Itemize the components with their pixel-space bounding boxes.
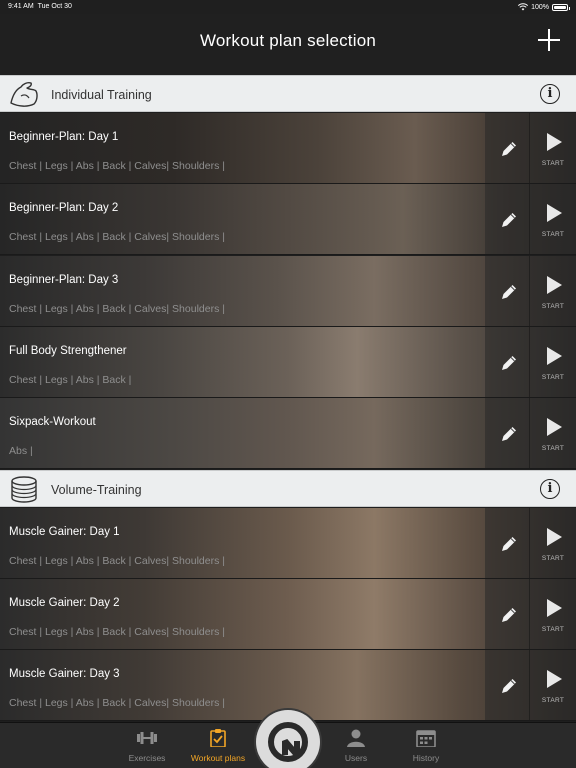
weight-plates-icon xyxy=(11,476,37,503)
play-icon xyxy=(547,347,562,365)
plan-muscles: Abs | xyxy=(9,445,33,457)
app-logo-button[interactable] xyxy=(256,710,320,768)
start-button[interactable]: START xyxy=(536,664,570,708)
pencil-icon[interactable] xyxy=(500,425,518,443)
pencil-icon[interactable] xyxy=(500,606,518,624)
calendar-icon xyxy=(416,730,436,747)
tab-label: History xyxy=(412,753,440,763)
plan-muscles: Chest | Legs | Abs | Back | Calves| Shou… xyxy=(9,303,225,315)
plan-name: Beginner-Plan: Day 1 xyxy=(9,131,119,143)
tab-label: Workout plans xyxy=(190,753,246,763)
tab-history[interactable]: History xyxy=(400,723,452,768)
plan-row[interactable]: Muscle Gainer: Day 1 Chest | Legs | Abs … xyxy=(0,508,576,579)
start-label: START xyxy=(541,160,565,167)
status-bar: 9:41 AM Tue Oct 30 100% xyxy=(0,0,576,14)
plan-row[interactable]: Beginner-Plan: Day 2 Chest | Legs | Abs … xyxy=(0,184,576,255)
start-button[interactable]: START xyxy=(536,522,570,566)
start-button[interactable]: START xyxy=(536,412,570,456)
play-icon xyxy=(547,528,562,546)
plan-muscles: Chest | Legs | Abs | Back | Calves| Shou… xyxy=(9,626,225,638)
plan-name: Sixpack-Workout xyxy=(9,416,96,428)
play-icon xyxy=(547,418,562,436)
section-header-individual-training: Individual Training i xyxy=(0,75,576,112)
section-header-volume-training: Volume-Training i xyxy=(0,470,576,507)
play-icon xyxy=(547,133,562,151)
user-icon xyxy=(347,729,365,747)
section-title: Volume-Training xyxy=(51,483,142,497)
plan-name: Beginner-Plan: Day 3 xyxy=(9,274,119,286)
pencil-icon[interactable] xyxy=(500,354,518,372)
plan-muscles: Chest | Legs | Abs | Back | Calves| Shou… xyxy=(9,555,225,567)
plan-row[interactable]: Beginner-Plan: Day 3 Chest | Legs | Abs … xyxy=(0,256,576,327)
pencil-icon[interactable] xyxy=(500,140,518,158)
tab-label: Exercises xyxy=(128,753,166,763)
plan-row[interactable]: Full Body Strengthener Chest | Legs | Ab… xyxy=(0,327,576,398)
section-title: Individual Training xyxy=(51,88,152,102)
start-button[interactable]: START xyxy=(536,127,570,171)
play-icon xyxy=(547,670,562,688)
plan-muscles: Chest | Legs | Abs | Back | Calves| Shou… xyxy=(9,697,225,709)
play-icon xyxy=(547,599,562,617)
pencil-icon[interactable] xyxy=(500,211,518,229)
pencil-icon[interactable] xyxy=(500,535,518,553)
start-button[interactable]: START xyxy=(536,270,570,314)
play-icon xyxy=(547,276,562,294)
pencil-icon[interactable] xyxy=(500,677,518,695)
tab-users[interactable]: Users xyxy=(330,723,382,768)
start-label: START xyxy=(541,626,565,633)
pencil-icon[interactable] xyxy=(500,283,518,301)
status-right: 100% xyxy=(518,3,570,11)
plan-row[interactable]: Muscle Gainer: Day 2 Chest | Legs | Abs … xyxy=(0,579,576,650)
flexed-arm-icon xyxy=(10,82,38,107)
start-label: START xyxy=(541,231,565,238)
clipboard-check-icon xyxy=(210,729,226,747)
plan-row[interactable]: Beginner-Plan: Day 1 Chest | Legs | Abs … xyxy=(0,113,576,184)
info-icon[interactable]: i xyxy=(540,84,560,104)
dumbbell-icon xyxy=(137,732,157,744)
battery-icon xyxy=(552,3,570,11)
start-label: START xyxy=(541,374,565,381)
add-plan-button[interactable] xyxy=(538,29,560,51)
start-button[interactable]: START xyxy=(536,593,570,637)
plan-muscles: Chest | Legs | Abs | Back | Calves| Shou… xyxy=(9,160,225,172)
page-title: Workout plan selection xyxy=(199,31,377,50)
plan-muscles: Chest | Legs | Abs | Back | Calves| Shou… xyxy=(9,231,225,243)
tab-workout-plans[interactable]: Workout plans xyxy=(182,723,254,768)
plan-name: Muscle Gainer: Day 1 xyxy=(9,526,120,538)
start-label: START xyxy=(541,697,565,704)
plan-row[interactable]: Sixpack-Workout Abs | START xyxy=(0,398,576,469)
start-label: START xyxy=(541,303,565,310)
plan-muscles: Chest | Legs | Abs | Back | xyxy=(9,374,132,386)
tab-exercises[interactable]: Exercises xyxy=(113,723,181,768)
plan-name: Muscle Gainer: Day 2 xyxy=(9,597,120,609)
battery-percent: 100% xyxy=(531,3,549,11)
wifi-icon xyxy=(518,3,529,11)
plan-name: Beginner-Plan: Day 2 xyxy=(9,202,119,214)
start-button[interactable]: START xyxy=(536,198,570,242)
plan-name: Muscle Gainer: Day 3 xyxy=(9,668,120,680)
start-label: START xyxy=(541,555,565,562)
app-logo-icon xyxy=(268,722,308,762)
tab-label: Users xyxy=(344,753,368,763)
start-button[interactable]: START xyxy=(536,341,570,385)
play-icon xyxy=(547,204,562,222)
start-label: START xyxy=(541,445,565,452)
info-icon[interactable]: i xyxy=(540,479,560,499)
plan-name: Full Body Strengthener xyxy=(9,345,127,357)
status-time: 9:41 AM Tue Oct 30 xyxy=(8,3,72,10)
